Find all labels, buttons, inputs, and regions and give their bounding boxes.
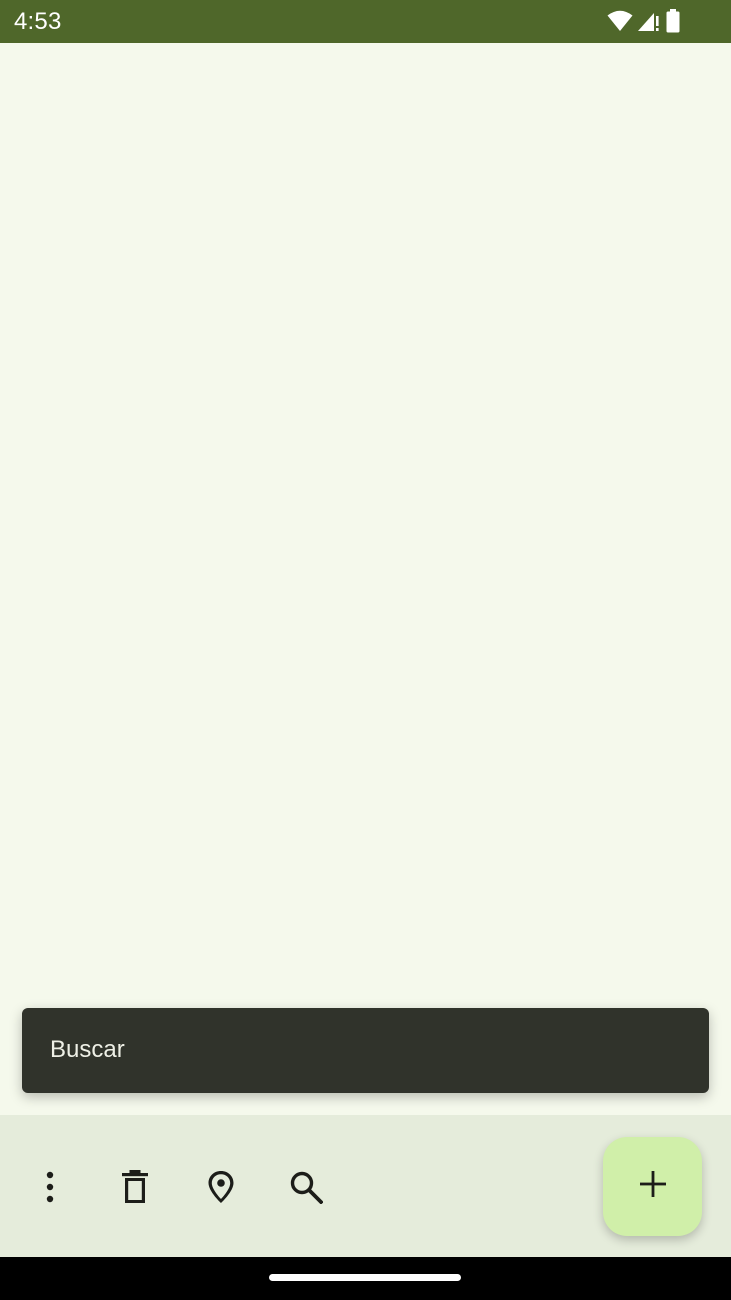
battery-icon (665, 9, 681, 33)
add-icon (639, 1170, 667, 1203)
home-gesture-handle[interactable] (269, 1274, 461, 1281)
app-screen: 4:53 Buscar (0, 0, 731, 1300)
delete-icon (120, 1169, 150, 1210)
search-button[interactable] (282, 1165, 330, 1213)
status-icons (607, 9, 681, 33)
tooltip-snackbar: Buscar (22, 1008, 709, 1093)
more-vert-icon (38, 1169, 62, 1210)
add-button[interactable] (603, 1137, 702, 1236)
status-bar: 4:53 (0, 0, 731, 43)
main-content (0, 43, 731, 1115)
location-pin-icon (206, 1169, 236, 1210)
status-time: 4:53 (14, 8, 62, 35)
search-icon (289, 1170, 324, 1209)
delete-button[interactable] (111, 1165, 159, 1213)
wifi-icon (607, 10, 633, 32)
tooltip-text: Buscar (50, 1036, 125, 1063)
location-button[interactable] (197, 1165, 245, 1213)
system-navigation-bar (0, 1257, 731, 1300)
bottom-app-bar (0, 1115, 731, 1257)
cell-signal-icon (637, 10, 661, 32)
more-options-button[interactable] (26, 1165, 74, 1213)
